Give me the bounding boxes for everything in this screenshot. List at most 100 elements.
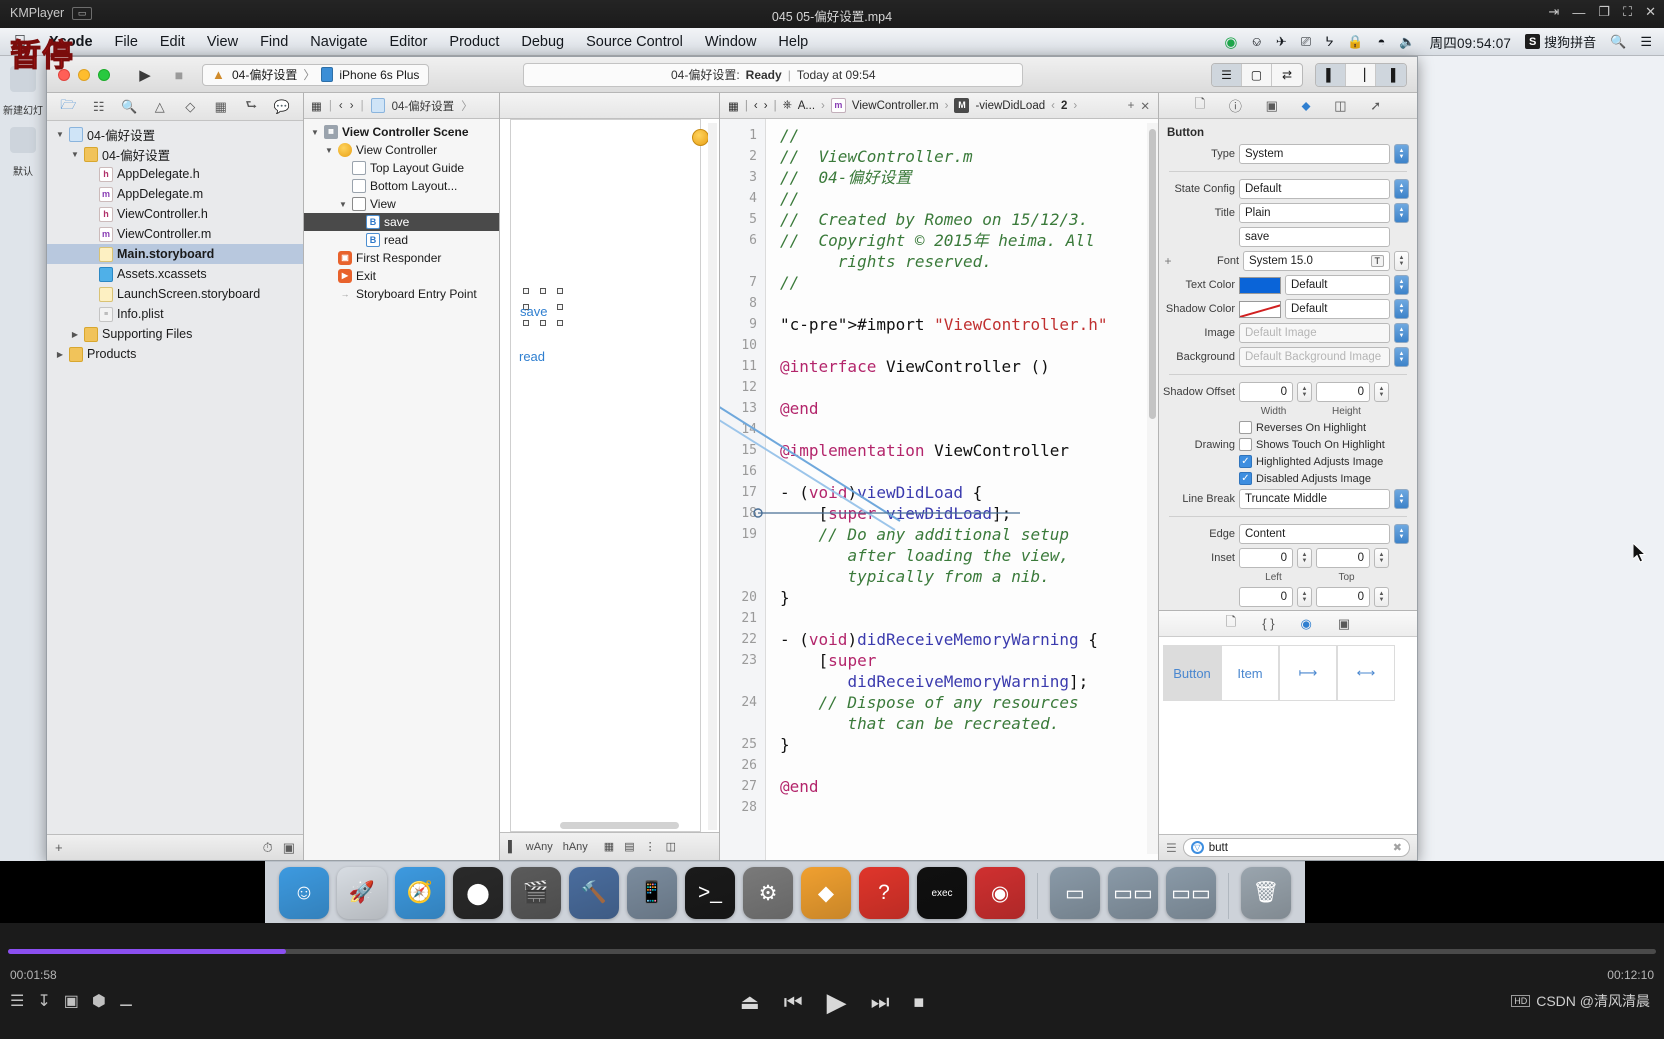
inset-bottom-stepper[interactable]: ▲ ▼	[1297, 587, 1312, 607]
code-line[interactable]: - (void)viewDidLoad {	[780, 482, 1158, 503]
disclosure-triangle[interactable]: ▶	[55, 350, 65, 359]
checkbox-disabled-adjusts-image[interactable]: ✓	[1239, 472, 1252, 485]
disclosure-triangle[interactable]: ▼	[310, 128, 320, 137]
code-line[interactable]: // 04-偏好设置	[780, 167, 1158, 188]
row-drawing-0[interactable]: Reverses On Highlight	[1163, 421, 1409, 434]
library-search-field[interactable]: ▽ butt ✖	[1182, 838, 1410, 857]
menu-source-control[interactable]: Source Control	[575, 34, 694, 50]
navigator-toggle-icon[interactable]: ▌	[1315, 63, 1346, 86]
code-line[interactable]	[780, 377, 1158, 398]
filter-source-icon[interactable]: ▣	[283, 840, 295, 856]
add-file-button[interactable]: +	[55, 840, 63, 855]
jumpbar-crumb-project[interactable]: 04-偏好设置	[392, 98, 455, 114]
grid-icon[interactable]: ▦	[604, 840, 614, 853]
code-line[interactable]	[780, 755, 1158, 776]
jumpbar-crumb-symbol[interactable]: -viewDidLoad	[975, 100, 1045, 112]
eject-icon[interactable]: ⏏	[740, 990, 760, 1015]
size-class-w[interactable]: wAny	[526, 841, 553, 853]
inset-top-stepper[interactable]: ▲ ▼	[1374, 548, 1389, 568]
shadow-offset-width-input[interactable]: 0	[1239, 382, 1293, 402]
minimize-window-button[interactable]	[78, 68, 90, 81]
notification-center-icon[interactable]: ☰	[1640, 34, 1652, 50]
back-button[interactable]: ‹	[339, 100, 343, 112]
list-view-icon[interactable]: ☰	[1166, 841, 1177, 855]
checkbox-shows-touch-on-highlight[interactable]	[1239, 438, 1252, 451]
file-template-icon[interactable]: 🗋	[1226, 613, 1236, 635]
search-icon[interactable]: 🔍	[119, 99, 139, 115]
editor-jump-bar[interactable]: ▦ | ‹ › | ⎈ A... › m ViewController.m › …	[720, 93, 1158, 119]
file-row-launchscreen-storyboard[interactable]: LaunchScreen.storyboard	[47, 284, 303, 304]
breakpoint-icon[interactable]: ⮑	[241, 96, 261, 118]
folder-icon[interactable]: 🗁	[58, 96, 78, 118]
trash-icon[interactable]: 🗑	[1240, 867, 1291, 919]
row-font[interactable]: + Font System 15.0 T ▲ ▼	[1163, 251, 1409, 271]
minimize-icon[interactable]: —	[1572, 5, 1585, 20]
code-line[interactable]: //	[780, 188, 1158, 209]
attributes-inspector-body[interactable]: Button Type System ▲ ▼ State Config Defau…	[1159, 119, 1417, 610]
text-color-swatch[interactable]	[1239, 276, 1281, 294]
disclosure-triangle[interactable]: ▼	[55, 130, 65, 139]
library-item-grid[interactable]: Button Item ⟼ ⟷	[1159, 637, 1417, 701]
file-row-main-storyboard[interactable]: Main.storyboard	[47, 244, 303, 264]
quick-help-icon[interactable]: ⓘ	[1229, 96, 1242, 115]
code-line[interactable]	[780, 419, 1158, 440]
row-background[interactable]: Background Default Background Image ▲ ▼	[1163, 347, 1409, 367]
checkbox-highlighted-adjusts-image[interactable]: ✓	[1239, 455, 1252, 468]
stop-button[interactable]: ■	[162, 64, 196, 86]
row-drawing-2[interactable]: ✓ Highlighted Adjusts Image	[1163, 455, 1409, 468]
code-line[interactable]: "c-pre">#import "ViewController.h"	[780, 314, 1158, 335]
align-icon[interactable]: ▤	[624, 840, 634, 853]
add-variation-icon[interactable]: +	[1163, 254, 1173, 268]
shadow-offset-height-input[interactable]: 0	[1316, 382, 1370, 402]
media-library-icon[interactable]: ▣	[1338, 616, 1350, 632]
code-line[interactable]	[780, 461, 1158, 482]
debug-toggle-icon[interactable]: ▕	[1346, 63, 1376, 86]
menu-edit[interactable]: Edit	[149, 34, 196, 50]
code-line[interactable]	[780, 608, 1158, 629]
lock-icon[interactable]: 🔒	[1347, 34, 1363, 50]
standard-editor-icon[interactable]: ☰	[1211, 63, 1242, 86]
row-drawing-1[interactable]: Drawing Shows Touch On Highlight	[1163, 438, 1409, 451]
help-icon[interactable]: ?	[859, 867, 909, 919]
navigator-footer[interactable]: + ⏱ ▣	[47, 834, 303, 860]
report-icon[interactable]: 💬	[272, 99, 292, 115]
code-line[interactable]: didReceiveMemoryWarning];	[780, 671, 1158, 692]
close-editor-button[interactable]: ✕	[1140, 99, 1150, 113]
forward-button[interactable]: ›	[350, 100, 354, 112]
grid-icon[interactable]: ▦	[728, 99, 739, 113]
outline-jump-bar[interactable]: ▦ | ‹ › | 04-偏好设置 〉	[304, 93, 499, 119]
jumpbar-crumb-project[interactable]: A...	[798, 100, 815, 112]
mac-dock[interactable]: ☺ 🚀 🧭 ⬤ 🎬 🔨 📱 >_ ⚙ ◆? exec ◉ ▭ ▭▭ ▭▭ 🗑	[265, 861, 1305, 923]
display-icon[interactable]: ▭	[1049, 867, 1100, 919]
play-circle-icon[interactable]: ◉	[1224, 33, 1237, 51]
grid-icon[interactable]: ▦	[311, 99, 322, 113]
menu-window[interactable]: Window	[694, 34, 768, 50]
font-stepper[interactable]: ▲ ▼	[1394, 251, 1409, 271]
file-row-info-plist[interactable]: ≡ Info.plist	[47, 304, 303, 324]
assistant-editor-icon[interactable]: ▢	[1242, 63, 1272, 86]
file-row-04-----[interactable]: ▼ 04-偏好设置	[47, 124, 303, 144]
play-icon[interactable]: ▶	[827, 987, 847, 1018]
line-break-popup-arrows[interactable]: ▲ ▼	[1394, 489, 1409, 509]
scheme-selector[interactable]: ▲ 04-偏好设置 〉 iPhone 6s Plus	[202, 63, 430, 86]
disclosure-triangle[interactable]: ▼	[324, 146, 334, 155]
row-title-text[interactable]: save	[1163, 227, 1409, 247]
project-file-tree[interactable]: ▼ 04-偏好设置 ▼ 04-偏好设置 h AppDelegate.h m AppDelega…	[47, 121, 303, 834]
type-select[interactable]: System	[1239, 144, 1390, 164]
state-config-select[interactable]: Default	[1239, 179, 1390, 199]
shadow-offset-height-stepper[interactable]: ▲ ▼	[1374, 382, 1389, 402]
filter-clock-icon[interactable]: ⏱	[263, 840, 273, 856]
line-break-select[interactable]: Truncate Middle	[1239, 489, 1390, 509]
type-popup-arrows[interactable]: ▲ ▼	[1394, 144, 1409, 164]
menubar-status-area[interactable]: ◉ ⎉ ✈ ⎚ ᔭ 🔒 ◓ 🔈 周四09:54:07 S 搜狗拼音 🔍 ☰	[1224, 32, 1664, 52]
inset-right-stepper[interactable]: ▲ ▼	[1374, 587, 1389, 607]
kmplayer-icon[interactable]: ◉	[975, 867, 1025, 919]
exec-icon[interactable]: exec	[917, 867, 967, 919]
file-row-appdelegate-h[interactable]: h AppDelegate.h	[47, 164, 303, 184]
pane-toggle-segments[interactable]: ▌ ▕ ▐	[1314, 62, 1407, 87]
code-line[interactable]: // ViewController.m	[780, 146, 1158, 167]
test-icon[interactable]: ◇	[180, 99, 200, 115]
file-row-appdelegate-m[interactable]: m AppDelegate.m	[47, 184, 303, 204]
code-line[interactable]	[780, 293, 1158, 314]
source-control-icon[interactable]: ☷	[89, 99, 109, 115]
